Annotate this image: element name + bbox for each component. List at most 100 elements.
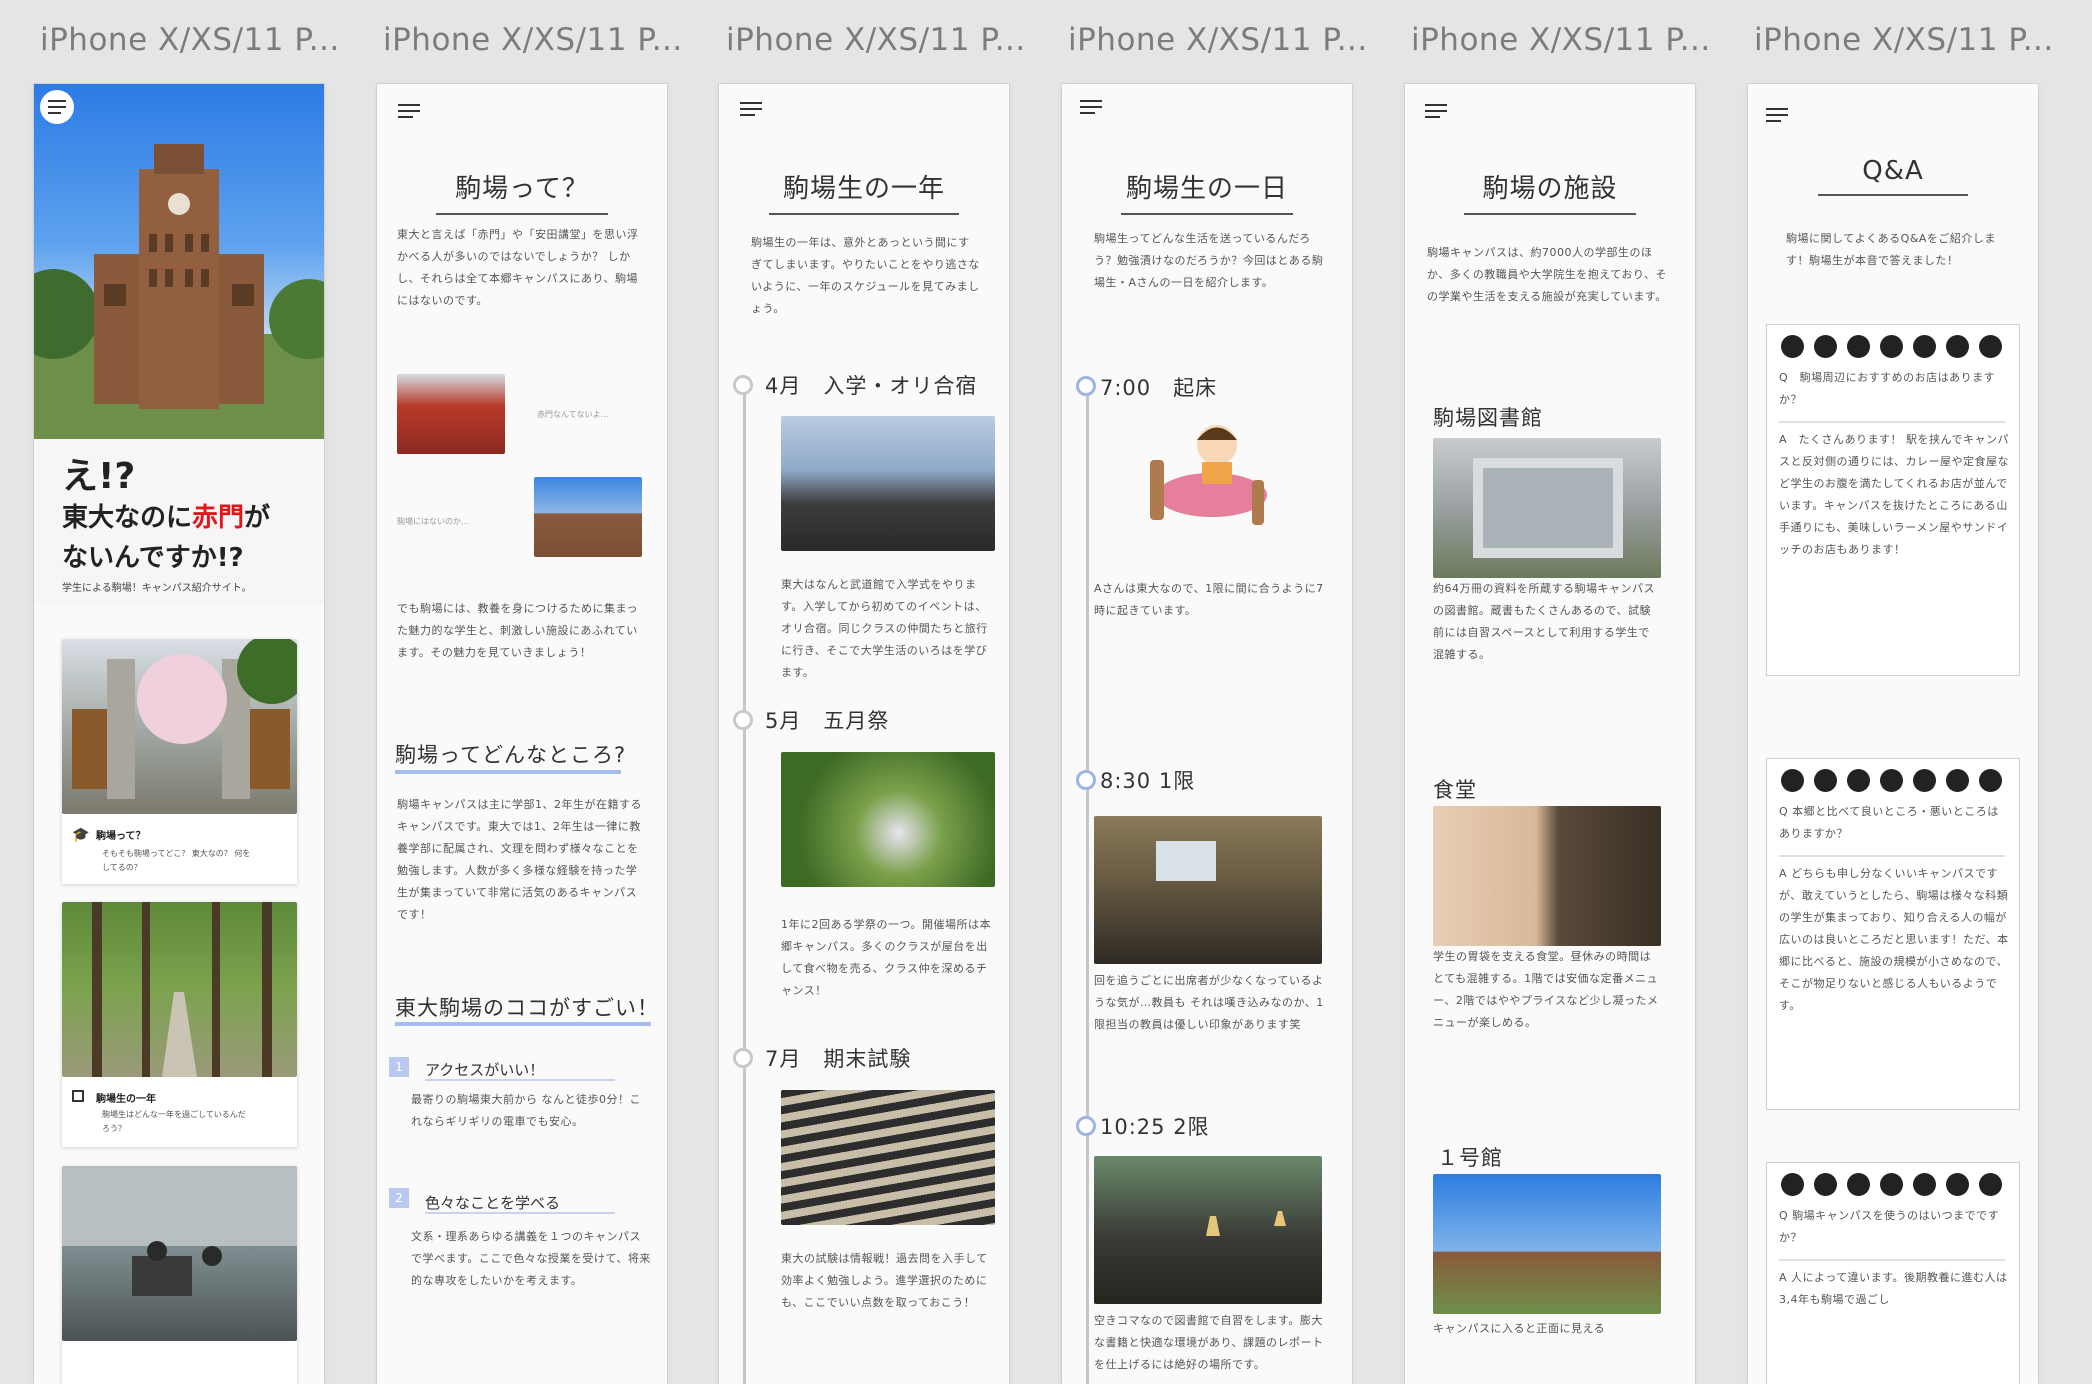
facility-name-library: 駒場図書館 — [1433, 406, 1543, 430]
day-intro: 駒場生ってどんな生活を送っているんだろう？勉強漬けなのだろうか？今回はとある駒場… — [1094, 232, 1324, 289]
artboard-title-home[interactable]: iPhone X/XS/11 P... — [40, 22, 340, 58]
artboard-about: 駒場って？ 東大と言えば「赤門」や「安田講堂」を思い浮かべる人が多いのではないで… — [377, 84, 667, 1384]
year-intro: 駒場生の一年は、意外とあっという間にすぎてしまいます。やりたいことをやり逃さない… — [751, 236, 980, 315]
qa-question-1: Q 駒場周辺におすすめのお店はありますか？ — [1779, 371, 1996, 406]
hero-text-panel: え!? 東大なのに赤門が ないんですか!? 学生による駒場！キャンパス紹介サイト… — [34, 439, 324, 604]
timeline-label-period1: 8:30 1限 — [1100, 769, 1196, 793]
orientation-photo — [781, 416, 995, 551]
page-title: 駒場って？ — [377, 168, 667, 215]
menu-button[interactable] — [40, 90, 74, 124]
artboard-title-day[interactable]: iPhone X/XS/11 P... — [1068, 22, 1368, 58]
facilities-intro: 駒場キャンパスは、約7000人の学部生のほか、多くの教職員や大学院生を抱えており… — [1427, 246, 1667, 303]
timeline-label-may: 5月 五月祭 — [765, 709, 890, 733]
tower-photo — [534, 477, 642, 557]
page-title: 駒場の施設 — [1405, 168, 1695, 215]
sleeping-girl-illustration — [1142, 410, 1272, 530]
hero-tagline: 学生による駒場！キャンパス紹介サイト。 — [62, 583, 252, 594]
page-title: Q&A — [1748, 156, 2038, 196]
hero-image — [34, 84, 324, 439]
menu-icon[interactable] — [1766, 108, 1788, 124]
timeline-body-wake: Aさんは東大なので、1限に間に合うように7時に起きています。 — [1094, 582, 1324, 617]
home-card-3[interactable] — [62, 1166, 297, 1384]
card-title: 駒場生の一年 — [96, 1094, 156, 1105]
artboard-facilities: 駒場の施設 駒場キャンパスは、約7000人の学部生のほか、多くの教職員や大学院生… — [1405, 84, 1695, 1384]
section-body-what: 駒場キャンパスは主に学部1、2年生が在籍するキャンパスです。東大では1、2年生は… — [397, 798, 642, 921]
timeline-line — [1086, 384, 1089, 1384]
section-underline — [395, 770, 621, 774]
timeline-body-july: 東大の試験は情報戦！過去問を入手して効率よく勉強しよう。進学選択のためにも、ここ… — [781, 1252, 988, 1309]
section-underline — [395, 1022, 651, 1026]
home-card-about[interactable]: 🎓 駒場って？ そもそも駒場ってどこ？ 東大なの？ 何をしてるの？ — [62, 639, 297, 884]
qa-answer-2: A どちらも申し分なくいいキャンパスですが、敢えていうとしたら、駒場は様々な科類… — [1779, 867, 2009, 1012]
qa-question-2: Q 本郷と比べて良いところ・悪いところはありますか？ — [1779, 805, 1999, 840]
qa-card-2[interactable]: Q 本郷と比べて良いところ・悪いところはありますか？ A どちらも申し分なくいい… — [1766, 758, 2020, 1110]
lecture-photo — [1094, 816, 1322, 964]
qa-card-1[interactable]: Q 駒場周辺におすすめのお店はありますか？ A たくさんあります！ 駅を挟んでキ… — [1766, 324, 2020, 676]
point-underline — [425, 1079, 615, 1081]
timeline-dot — [1076, 770, 1096, 790]
caption-red-gate: 赤門なんてないよ… — [537, 410, 609, 419]
hero-line3: ないんですか!? — [62, 543, 244, 573]
artboard-title-about[interactable]: iPhone X/XS/11 P... — [383, 22, 683, 58]
page-title-text: 駒場の施設 — [1482, 174, 1618, 204]
artboard-day: 駒場生の一日 駒場生ってどんな生活を送っているんだろう？勉強漬けなのだろうか？今… — [1062, 84, 1352, 1384]
hero-line2-a: 東大なのに — [62, 503, 193, 533]
page-title: 駒場生の一年 — [719, 168, 1009, 215]
artboard-title-facilities[interactable]: iPhone X/XS/11 P... — [1411, 22, 1711, 58]
cafeteria-photo — [1433, 806, 1661, 946]
timeline-label-april: 4月 入学・オリ合宿 — [765, 374, 978, 398]
facility-body-building1: キャンパスに入ると正面に見える — [1433, 1322, 1606, 1335]
red-gate-photo — [397, 374, 505, 454]
artboard-qa: Q&A 駒場に関してよくあるQ&Aをご紹介します！駒場生が本音で答えました！ Q… — [1748, 84, 2038, 1384]
hero-line2-b: が — [244, 503, 271, 533]
timeline-label-wake: 7:00 起床 — [1100, 376, 1218, 400]
timeline-dot — [1076, 376, 1096, 396]
clock-tower-illustration — [34, 144, 324, 439]
dots-decoration — [1781, 769, 2002, 792]
artboard-title-year[interactable]: iPhone X/XS/11 P... — [726, 22, 1026, 58]
menu-icon — [48, 100, 66, 116]
card-desc: そもそも駒場ってどこ？ 東大なの？ 何をしてるの？ — [102, 849, 251, 872]
timeline-body-may: 1年に2回ある学祭の一つ。開催場所は本郷キャンパス。多くのクラスが屋台を出して食… — [781, 918, 992, 997]
qa-question-3: Q 駒場キャンパスを使うのはいつまでですか？ — [1779, 1209, 2000, 1244]
card-title: 駒場って？ — [96, 831, 146, 842]
point-number-1: 1 — [389, 1057, 409, 1077]
point-body-2: 文系・理系あらゆる講義を１つのキャンパスで学べます。ここで色々な授業を受けて、将… — [411, 1230, 651, 1287]
section-heading-what: 駒場ってどんなところ? — [395, 743, 627, 767]
page-title-text: Q&A — [1862, 156, 1924, 186]
dots-decoration — [1781, 335, 2002, 358]
point-number-2: 2 — [389, 1188, 409, 1208]
timeline-label-period2: 10:25 2限 — [1100, 1115, 1210, 1139]
menu-icon[interactable] — [398, 104, 420, 120]
menu-icon[interactable] — [1425, 104, 1447, 120]
menu-icon[interactable] — [740, 102, 762, 118]
artboard-title-qa[interactable]: iPhone X/XS/11 P... — [1754, 22, 2054, 58]
page-title: 駒場生の一日 — [1062, 168, 1352, 215]
calendar-icon — [72, 1090, 84, 1102]
hero-line2: 東大なのに赤門が — [62, 497, 270, 534]
point-title-2: 色々なことを学べる — [425, 1194, 561, 1212]
home-card-year[interactable]: 駒場生の一年 駒場生はどんな一年を過ごしているんだろう？ — [62, 902, 297, 1147]
timeline-dot — [733, 375, 753, 395]
facility-body-cafeteria: 学生の胃袋を支える食堂。昼休みの時間はとても混雑する。1階では安価な定番メニュー… — [1433, 950, 1659, 1029]
hero-line1: え!? — [62, 456, 136, 497]
menu-icon[interactable] — [1080, 100, 1102, 116]
qa-card-3[interactable]: Q 駒場キャンパスを使うのはいつまでですか？ A 人によって違います。後期教養に… — [1766, 1162, 2020, 1384]
timeline-dot — [733, 1048, 753, 1068]
artboard-year: 駒場生の一年 駒場生の一年は、意外とあっという間にすぎてしまいます。やりたいこと… — [719, 84, 1009, 1384]
card-image-cafe — [62, 1166, 297, 1341]
timeline-body-april: 東大はなんと武道館で入学式をやります。入学してから初めてのイベントは、オリ合宿。… — [781, 578, 988, 679]
timeline-dot — [733, 710, 753, 730]
artboard-home: え!? 東大なのに赤門が ないんですか!? 学生による駒場！キャンパス紹介サイト… — [34, 84, 324, 1384]
timeline-line — [743, 384, 746, 1384]
hero-red-gate: 赤門 — [192, 503, 245, 533]
page-title-text: 駒場生の一日 — [1125, 174, 1288, 204]
facility-name-building1: １号館 — [1437, 1146, 1503, 1170]
point-title-1: アクセスがいい！ — [425, 1061, 545, 1079]
mortarboard-icon: 🎓 — [72, 827, 90, 843]
library-building-photo — [1433, 438, 1661, 578]
library-photo — [1094, 1156, 1322, 1304]
section-heading-great: 東大駒場のココがすごい！ — [395, 996, 659, 1020]
qa-divider — [1779, 421, 2005, 423]
qa-intro: 駒場に関してよくあるQ&Aをご紹介します！駒場生が本音で答えました！ — [1786, 232, 1996, 267]
